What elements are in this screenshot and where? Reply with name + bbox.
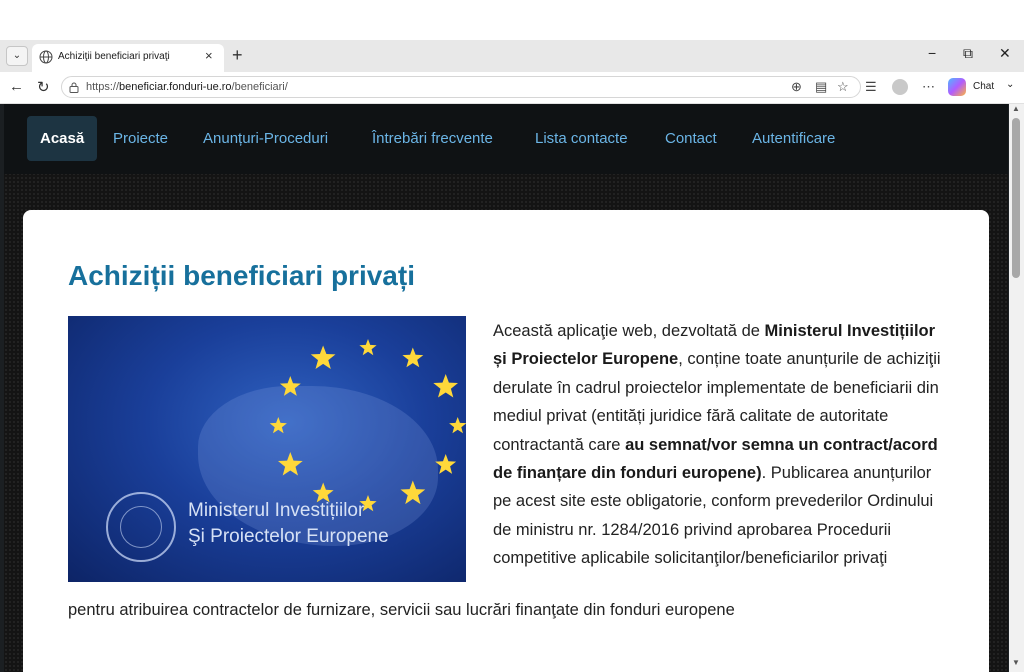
active-tab[interactable]: Achiziţii beneficiari privaţi ×	[32, 44, 224, 72]
eu-star	[402, 347, 424, 368]
close-window-button[interactable]: ✕	[999, 45, 1011, 62]
banner-caption-line-2: Şi Proiectelor Europene	[188, 526, 389, 547]
eu-star	[433, 374, 458, 398]
nav-item-acasa[interactable]: Acasă	[27, 116, 98, 161]
intro-paragraph: Această aplicaţie web, dezvoltată de Min…	[493, 322, 941, 568]
intro-paragraph-continued: pentru atribuirea contractelor de furniz…	[68, 601, 735, 619]
scroll-up-icon[interactable]: ▲	[1012, 104, 1020, 113]
eu-star	[449, 417, 466, 434]
eu-star	[278, 452, 303, 476]
reload-button[interactable]: ↻	[37, 78, 50, 96]
more-icon[interactable]: ⋯	[922, 79, 935, 95]
minimize-button[interactable]: −	[928, 45, 936, 61]
reader-mode-icon[interactable]: ▤	[815, 79, 827, 95]
banner-caption-line-1: Ministerul Investițiilor	[188, 500, 365, 521]
page-viewport: Acasă Proiecte Anunțuri-Proceduri Întreb…	[0, 104, 1024, 672]
scroll-down-icon[interactable]: ▼	[1012, 658, 1020, 667]
restore-button[interactable]: ⧉	[963, 45, 973, 62]
nav-item-proiecte[interactable]: Proiecte	[100, 116, 181, 161]
scrollbar[interactable]: ▲ ▼	[1009, 104, 1024, 672]
tab-close-icon[interactable]: ×	[205, 48, 213, 63]
page-title: Achiziții beneficiari privați	[68, 260, 415, 291]
back-button[interactable]: ←	[9, 78, 24, 95]
scrollbar-thumb[interactable]	[1012, 118, 1020, 278]
nav-item-anunturi-proceduri[interactable]: Anunțuri-Proceduri	[190, 116, 341, 161]
ministry-banner-image: Ministerul Investițiilor Şi Proiectelor …	[68, 316, 466, 582]
favorite-icon[interactable]: ☆	[837, 79, 849, 95]
chevron-down-icon[interactable]: ⌄	[1006, 79, 1014, 90]
copilot-icon	[948, 78, 966, 96]
nav-item-intrebari-frecvente[interactable]: Întrebări frecvente	[359, 116, 506, 161]
lock-icon	[69, 82, 79, 93]
seal-inner-ring	[120, 506, 162, 548]
content-card: Achiziții beneficiari privați Ministerul…	[23, 210, 989, 672]
nav-item-lista-contacte[interactable]: Lista contacte	[522, 116, 641, 161]
title-space	[0, 0, 1024, 40]
globe-icon	[39, 50, 53, 64]
url-text: https://beneficiar.fonduri-ue.ro/benefic…	[86, 81, 288, 93]
eu-star	[269, 417, 287, 434]
nav-item-contact[interactable]: Contact	[652, 116, 730, 161]
url-field[interactable]: https://beneficiar.fonduri-ue.ro/benefic…	[61, 76, 861, 98]
zoom-icon[interactable]: ⊕	[791, 79, 802, 95]
chat-label: Chat	[973, 81, 995, 92]
eu-star	[359, 339, 377, 356]
eu-star	[310, 345, 336, 369]
tab-title: Achiziţii beneficiari privaţi	[58, 51, 170, 62]
site-navbar: Acasă Proiecte Anunțuri-Proceduri Întreb…	[4, 104, 1008, 174]
tab-actions-menu-button[interactable]: ⌄	[6, 46, 28, 66]
profile-icon[interactable]	[892, 79, 908, 95]
eu-star	[435, 454, 457, 474]
new-tab-button[interactable]: +	[232, 45, 243, 66]
eu-star	[279, 376, 301, 396]
eu-star	[400, 480, 426, 505]
chat-button[interactable]: Chat ⌄	[948, 78, 1020, 96]
nav-item-autentificare[interactable]: Autentificare	[739, 116, 848, 161]
ministry-seal-icon	[106, 492, 176, 562]
favorites-icon[interactable]: ☰	[865, 79, 877, 95]
